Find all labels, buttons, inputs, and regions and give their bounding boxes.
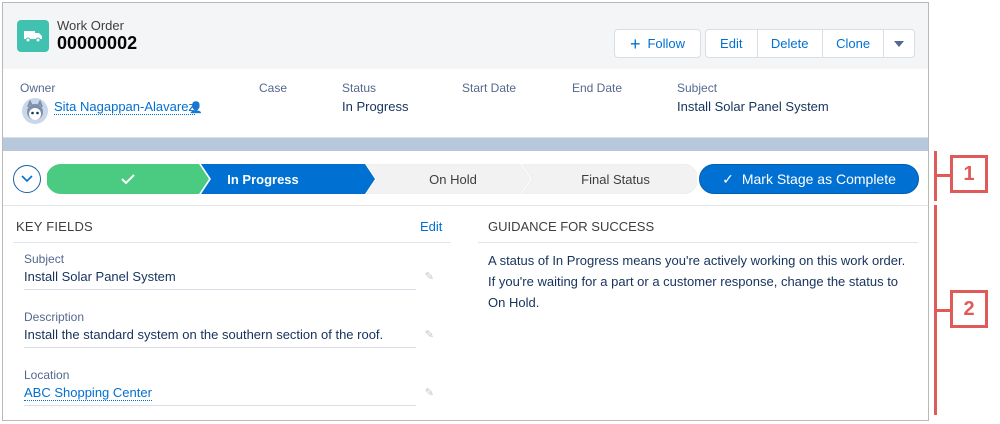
owner-label: Owner <box>20 81 56 95</box>
mark-stage-complete-button[interactable]: ✓ Mark Stage as Complete <box>699 164 919 194</box>
field-value: Install Solar Panel System <box>24 269 176 284</box>
pencil-icon[interactable]: ✎ <box>425 270 434 283</box>
end-date-label: End Date <box>572 81 623 95</box>
key-fields-section: KEY FIELDS Edit Subject Install Solar Pa… <box>3 206 453 420</box>
subject-value: Install Solar Panel System <box>677 99 829 114</box>
guidance-text: A status of In Progress means you're act… <box>488 253 906 310</box>
follow-label: Follow <box>647 36 686 51</box>
change-owner-icon[interactable]: 👤 <box>189 101 203 114</box>
owner-link[interactable]: Sita Nagappan-Alavarez <box>54 99 195 115</box>
pencil-icon[interactable]: ✎ <box>425 386 434 399</box>
stage-label-final-status: Final Status <box>581 172 650 187</box>
avatar <box>22 98 48 124</box>
field-value: Install the standard system on the south… <box>24 327 384 342</box>
location-link[interactable]: ABC Shopping Center <box>24 385 152 401</box>
field-location: Location ABC Shopping Center ✎ <box>24 368 434 406</box>
object-type-label: Work Order <box>57 18 124 33</box>
key-fields-edit-link[interactable]: Edit <box>420 219 442 234</box>
key-fields-title: KEY FIELDS <box>16 219 93 234</box>
field-label: Subject <box>24 252 65 266</box>
start-date-label: Start Date <box>462 81 517 95</box>
field-description: Description Install the standard system … <box>24 310 434 348</box>
guidance-section: GUIDANCE FOR SUCCESS A status of In Prog… <box>478 206 928 420</box>
chevron-down-icon <box>894 40 905 47</box>
field-subject: Subject Install Solar Panel System ✎ <box>24 252 434 290</box>
edit-button[interactable]: Edit <box>706 30 758 57</box>
checkmark-icon: ✓ <box>722 170 734 187</box>
path-collapse-toggle[interactable] <box>13 165 41 193</box>
stage-label-in-progress: In Progress <box>227 172 299 187</box>
clone-button[interactable]: Clone <box>823 30 885 57</box>
pencil-icon[interactable]: ✎ <box>425 328 434 341</box>
record-title: 00000002 <box>57 33 138 53</box>
highlights-panel: Owner Sita Nagappan-Alavarez 👤 Case Stat… <box>3 69 928 137</box>
delete-button[interactable]: Delete <box>758 30 823 57</box>
chevron-down-icon <box>21 175 33 183</box>
status-value: In Progress <box>342 99 409 114</box>
field-value: ABC Shopping Center <box>24 385 416 405</box>
record-header: Work Order 00000002 + Follow Edit Delete… <box>3 3 928 69</box>
follow-button[interactable]: + Follow <box>614 29 701 58</box>
section-divider <box>3 137 928 151</box>
work-order-icon <box>17 20 49 52</box>
case-label: Case <box>259 81 288 95</box>
work-order-record-card: Work Order 00000002 + Follow Edit Delete… <box>2 2 929 421</box>
status-label: Status <box>342 81 377 95</box>
callout-1: 1 <box>950 155 988 193</box>
field-label: Location <box>24 368 70 382</box>
field-label: Description <box>24 310 85 324</box>
divider <box>478 242 918 243</box>
mark-stage-complete-label: Mark Stage as Complete <box>741 171 896 187</box>
plus-icon: + <box>629 33 641 54</box>
subject-label: Subject <box>677 81 718 95</box>
stage-label-on-hold: On Hold <box>429 172 477 187</box>
path-component: In Progress On Hold Final Status ✓ Mark … <box>3 152 928 206</box>
more-actions-button[interactable] <box>884 30 914 57</box>
divider <box>13 242 451 243</box>
record-actions: Edit Delete Clone <box>705 29 915 58</box>
callout-2: 2 <box>950 290 988 328</box>
path-stage-complete[interactable] <box>47 164 209 194</box>
guidance-title: GUIDANCE FOR SUCCESS <box>488 219 655 234</box>
